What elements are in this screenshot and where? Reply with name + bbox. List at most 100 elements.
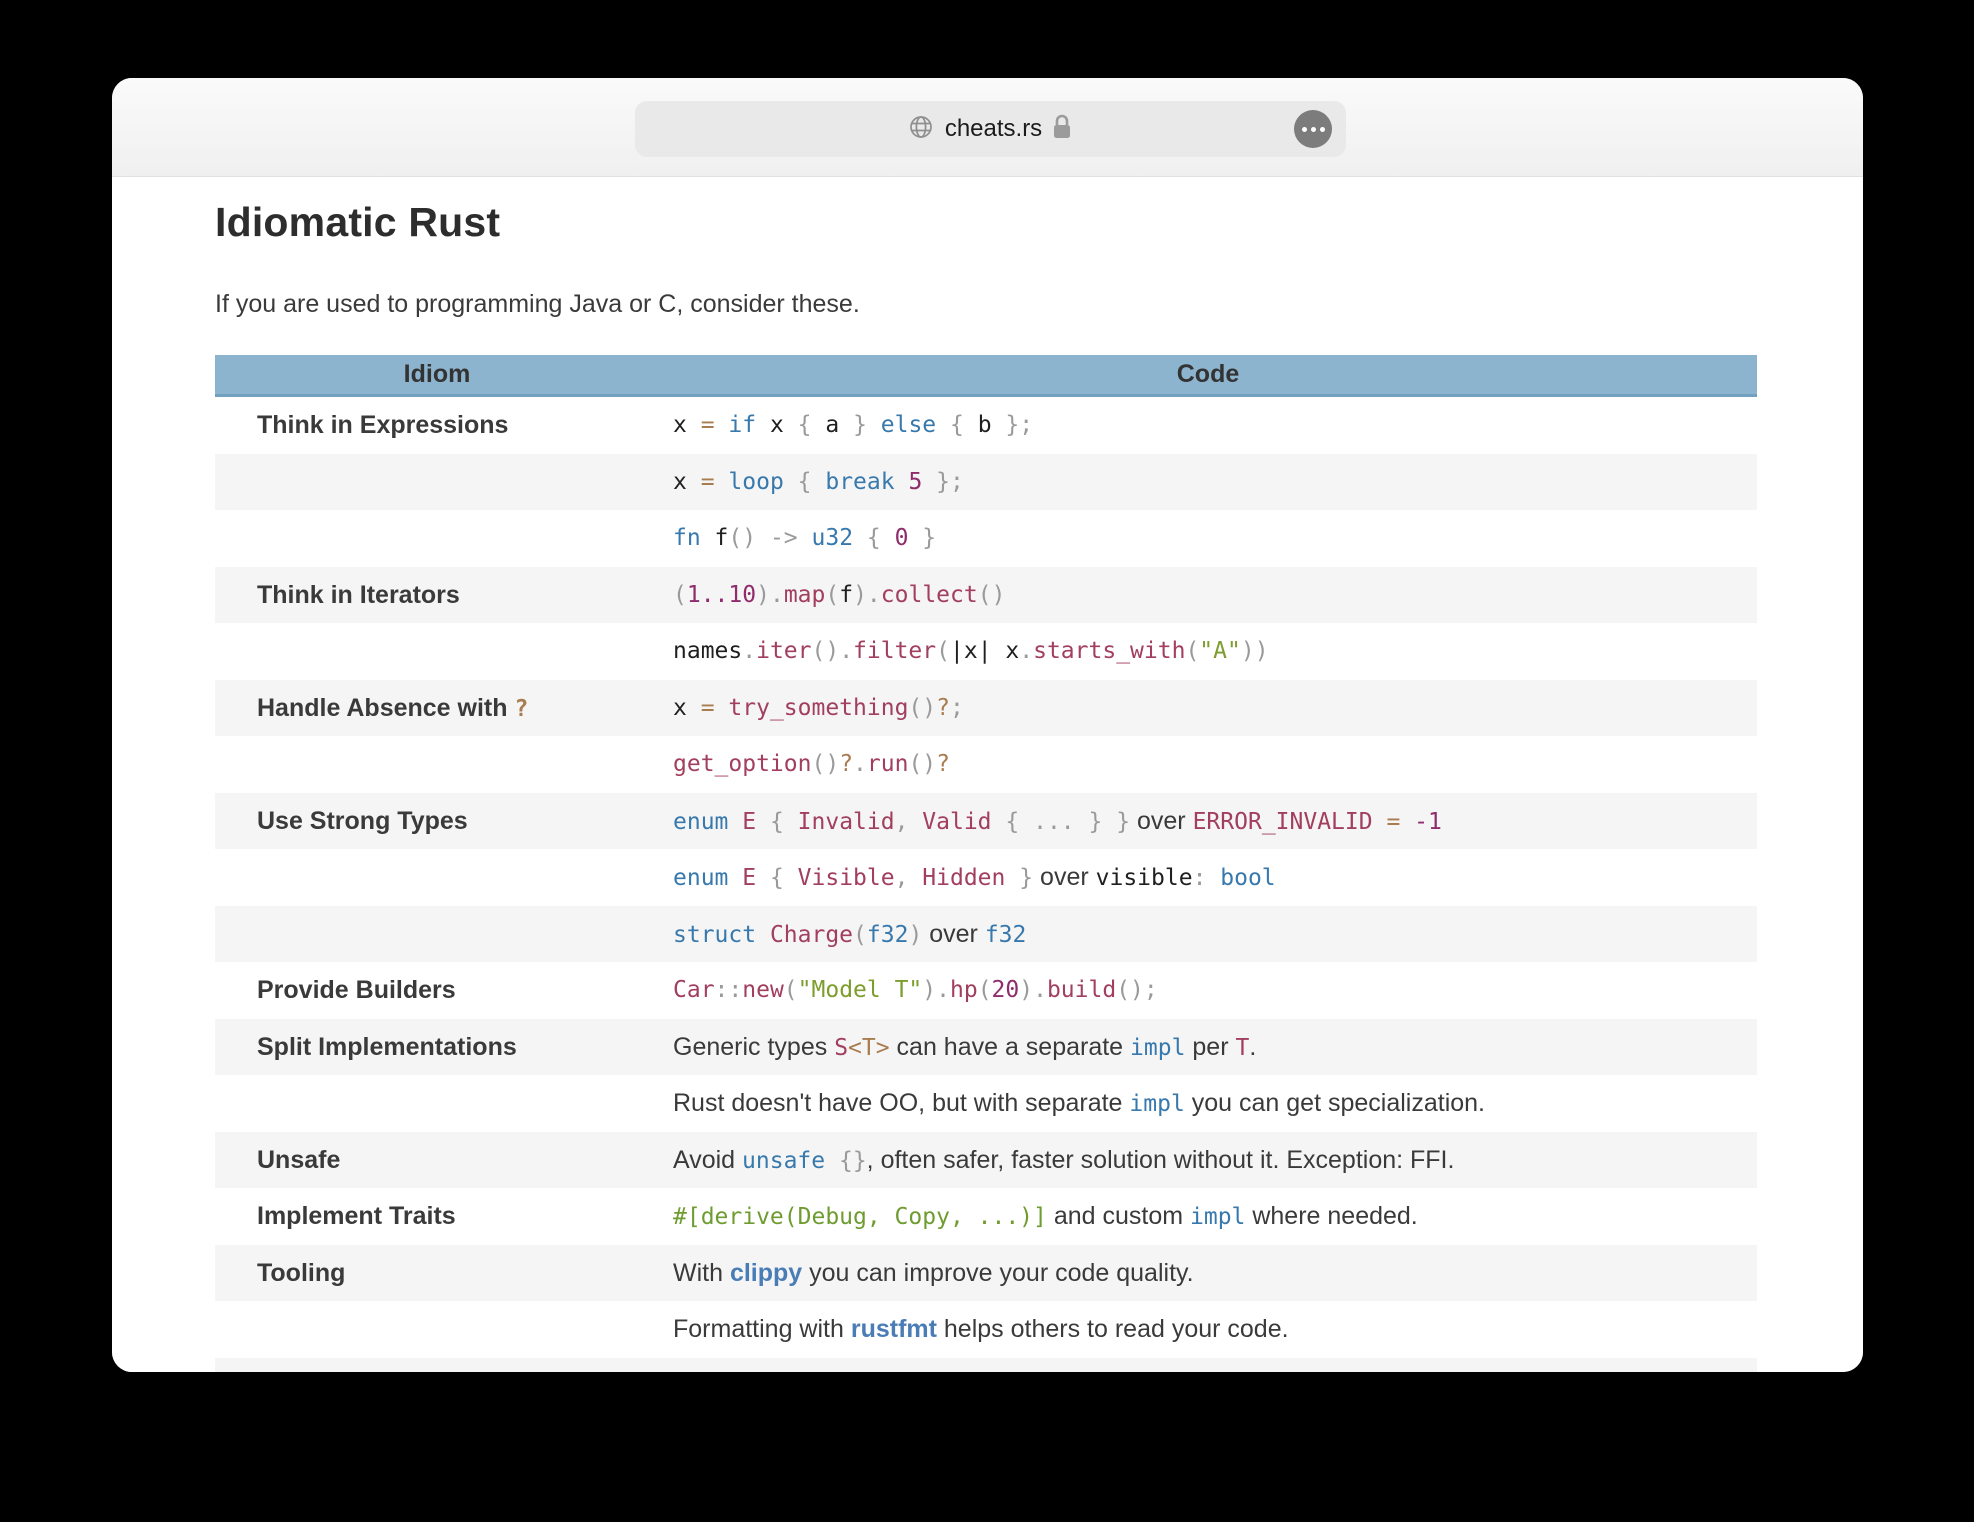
text-segment: map — [784, 582, 826, 608]
table-row: Tooling With clippy you can improve your… — [215, 1245, 1757, 1302]
text-segment: ). — [756, 582, 784, 608]
table-row: Use Strong Types enum E { Invalid, Valid… — [215, 793, 1757, 850]
text-segment: ? — [936, 695, 950, 721]
link[interactable]: clippy — [730, 1259, 802, 1287]
code-cell: enum E { Invalid, Valid { ... } } over E… — [659, 793, 1757, 850]
idiom-cell — [215, 454, 659, 511]
text-segment: hp — [950, 977, 978, 1003]
code-cell: enum E { Visible, Hidden } over visible:… — [659, 849, 1757, 906]
table-row: struct Charge(f32) over f32 — [215, 906, 1757, 963]
table-row: fn f() -> u32 { 0 } — [215, 510, 1757, 567]
text-segment: Tooling — [257, 1259, 345, 1287]
text-segment: Formatting with — [673, 1315, 851, 1343]
text-segment: fn — [673, 525, 715, 551]
text-segment: }; — [936, 469, 964, 495]
page-content: Idiomatic Rust If you are used to progra… — [112, 177, 1863, 1372]
text-segment: } — [1116, 809, 1130, 835]
text-segment: () — [728, 525, 770, 551]
text-segment: comments. — [1101, 1372, 1230, 1373]
text-segment: }; — [1005, 412, 1033, 438]
text-segment: "Model T" — [798, 977, 923, 1003]
table-row: Unsafe Avoid unsafe {}, often safer, fas… — [215, 1132, 1757, 1189]
lock-icon — [1051, 113, 1073, 146]
text-segment: { — [770, 809, 798, 835]
text-segment: () — [908, 695, 936, 721]
link[interactable]: rustfmt — [851, 1315, 937, 1343]
text-segment: Split Implementations — [257, 1033, 517, 1061]
text-segment: ? — [839, 751, 853, 777]
code-cell: get_option()?.run()? — [659, 736, 1757, 793]
text-segment: collect — [881, 582, 978, 608]
table-row: x = loop { break 5 }; — [215, 454, 1757, 511]
table-row: Handle Absence with ? x = try_something(… — [215, 680, 1757, 737]
code-cell: #[derive(Debug, Copy, ...)] and custom i… — [659, 1188, 1757, 1245]
address-bar[interactable]: cheats.rs — [635, 101, 1346, 157]
code-cell: x = loop { break 5 }; — [659, 454, 1757, 511]
table-row: Provide Builders Car::new("Model T").hp(… — [215, 962, 1757, 1019]
browser-window: cheats.rs Idiomatic Rust — [112, 78, 1863, 1372]
text-segment: enum — [673, 865, 742, 891]
text-segment: () — [978, 582, 1006, 608]
page-settings-button[interactable] — [1294, 110, 1332, 148]
text-segment: over — [1033, 863, 1096, 891]
text-segment: over — [922, 920, 985, 948]
text-segment: u32 — [812, 525, 867, 551]
text-segment: impl — [1130, 1035, 1185, 1061]
text-segment: E — [742, 809, 770, 835]
text-segment: ( — [936, 638, 950, 664]
text-segment: x — [673, 469, 701, 495]
text-segment: new — [742, 977, 784, 1003]
table-row: names.iter().filter(|x| x.starts_with("A… — [215, 623, 1757, 680]
idiom-cell — [215, 906, 659, 963]
text-segment: . — [853, 751, 867, 777]
idiom-cell — [215, 849, 659, 906]
text-segment: ( — [673, 582, 687, 608]
text-segment: bool — [1220, 865, 1275, 891]
text-segment: ). — [922, 977, 950, 1003]
intro-text: If you are used to programming Java or C… — [215, 290, 860, 319]
text-segment: = — [701, 695, 729, 721]
text-segment: you can improve your code quality. — [802, 1259, 1193, 1287]
text-segment: run — [867, 751, 909, 777]
code-cell: Formatting with rustfmt helps others to … — [659, 1301, 1757, 1358]
table-row: Think in Expressions x = if x { a } else… — [215, 397, 1757, 454]
text-segment: S — [834, 1035, 848, 1061]
text-segment: else — [881, 412, 950, 438]
text-segment: Documentation — [257, 1372, 439, 1373]
text-segment: () — [908, 751, 936, 777]
text-segment: build — [1047, 977, 1116, 1003]
text-segment: Provide Builders — [257, 976, 456, 1004]
idiom-cell: Tooling — [215, 1245, 659, 1302]
idiom-cell: Split Implementations — [215, 1019, 659, 1076]
text-segment: Visible — [798, 865, 895, 891]
globe-icon — [908, 114, 934, 145]
text-segment: ). — [1019, 977, 1047, 1003]
text-segment: -1 — [1414, 809, 1442, 835]
text-segment: (). — [812, 638, 854, 664]
text-segment: 0 — [895, 525, 923, 551]
table-row: enum E { Visible, Hidden } over visible:… — [215, 849, 1757, 906]
text-segment: ... — [1033, 809, 1088, 835]
text-segment: ? — [514, 696, 528, 722]
table-row: Formatting with rustfmt helps others to … — [215, 1301, 1757, 1358]
text-segment: get_option — [673, 751, 811, 777]
text-segment: ( — [825, 582, 839, 608]
text-segment: Invalid — [798, 809, 895, 835]
text-segment: unsafe — [742, 1148, 839, 1174]
text-segment: Think in Iterators — [257, 581, 460, 609]
text-segment: . — [742, 638, 756, 664]
text-segment: you can get specialization. — [1185, 1089, 1485, 1117]
text-segment: : — [1193, 865, 1221, 891]
text-segment: . — [1019, 638, 1033, 664]
text-segment: if — [728, 412, 770, 438]
text-segment: Avoid — [673, 1146, 742, 1174]
text-segment: f — [715, 525, 729, 551]
text-segment: iter — [756, 638, 811, 664]
text-segment: Unsafe — [257, 1146, 340, 1174]
text-segment: 5 — [908, 469, 936, 495]
text-segment: #[derive(Debug, Copy, ...)] — [673, 1204, 1047, 1230]
text-segment: b — [978, 412, 1006, 438]
text-segment: { — [950, 412, 978, 438]
text-segment: f32 — [985, 922, 1027, 948]
text-segment: impl — [1129, 1091, 1184, 1117]
